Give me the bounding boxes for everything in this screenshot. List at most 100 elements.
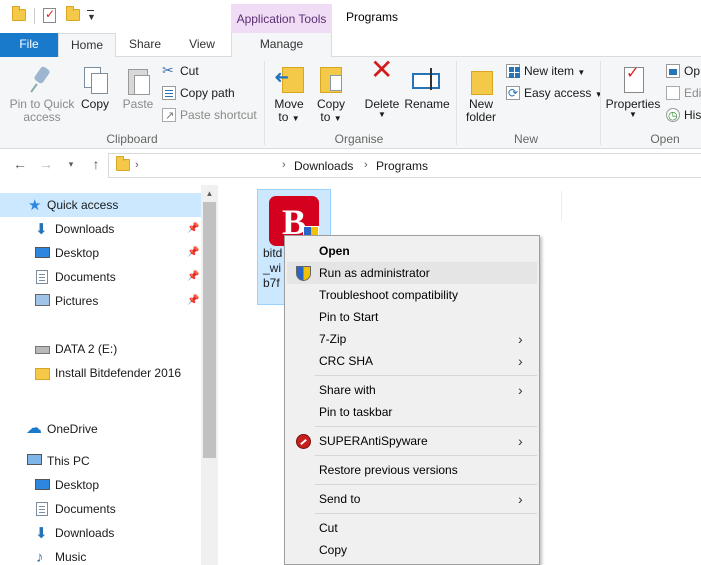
uac-shield-icon bbox=[296, 266, 311, 281]
breadcrumb-programs[interactable]: Programs bbox=[376, 159, 428, 173]
copy-path-button[interactable]: Copy path bbox=[162, 84, 235, 102]
nav-label: This PC bbox=[47, 454, 90, 468]
nav-quick-access[interactable]: Quick access bbox=[0, 193, 201, 218]
paste-shortcut-button[interactable]: Paste shortcut bbox=[162, 106, 257, 125]
menu-item-cut[interactable]: Cut bbox=[287, 517, 537, 539]
paste-icon bbox=[125, 65, 151, 95]
easy-access-label: Easy access bbox=[524, 86, 592, 100]
menu-item-open[interactable]: Open bbox=[287, 240, 537, 262]
breadcrumb-chevron-icon[interactable]: › bbox=[135, 159, 139, 171]
forward-button[interactable]: → bbox=[37, 156, 55, 172]
easy-access-icon bbox=[506, 84, 520, 102]
menu-item-send-to[interactable]: Send to › bbox=[287, 488, 537, 510]
nav-item-pc-music[interactable]: Music bbox=[0, 545, 201, 565]
menu-item-pin-to-taskbar[interactable]: Pin to taskbar bbox=[287, 401, 537, 423]
tab-home[interactable]: Home bbox=[58, 33, 116, 58]
nav-label: Documents bbox=[55, 502, 116, 516]
nav-item-pc-documents[interactable]: Documents bbox=[0, 497, 201, 521]
nav-label: Desktop bbox=[55, 478, 100, 492]
delete-icon bbox=[367, 63, 397, 95]
customize-toolbar-dropdown[interactable]: ▼ bbox=[87, 10, 96, 22]
recent-locations-dropdown[interactable]: ▾ bbox=[62, 159, 80, 170]
nav-scrollbar[interactable]: ▲ bbox=[201, 185, 218, 565]
menu-item-copy[interactable]: Copy bbox=[287, 539, 537, 561]
cut-label: Cut bbox=[180, 64, 199, 78]
nav-item-onedrive[interactable]: OneDrive bbox=[0, 417, 201, 441]
menu-separator bbox=[315, 484, 537, 485]
menu-label: Cut bbox=[319, 521, 338, 535]
menu-item-troubleshoot-compatibility[interactable]: Troubleshoot compatibility bbox=[287, 284, 537, 306]
nav-label: Music bbox=[55, 550, 87, 564]
pin-icon: 📌 bbox=[187, 295, 200, 306]
copy-to-button[interactable]: Copy to ▼ bbox=[312, 65, 350, 124]
nav-label: Install Bitdefender 2016 bbox=[55, 366, 182, 380]
ribbon: Pin to Quick access Copy Paste Cut Copy … bbox=[0, 57, 701, 149]
menu-item-pin-to-start[interactable]: Pin to Start bbox=[287, 306, 537, 328]
rename-button[interactable]: Rename bbox=[404, 65, 450, 111]
submenu-arrow-icon: › bbox=[518, 331, 523, 347]
menu-label: Share with bbox=[319, 383, 376, 397]
tab-view[interactable]: View bbox=[178, 33, 226, 57]
tab-manage[interactable]: Manage bbox=[231, 33, 332, 57]
submenu-arrow-icon: › bbox=[518, 433, 523, 449]
paste-button[interactable]: Paste bbox=[120, 65, 156, 111]
edit-button[interactable]: Edi bbox=[666, 84, 701, 102]
properties-button[interactable]: Properties ▼ bbox=[604, 65, 662, 119]
nav-item-desktop[interactable]: Desktop 📌 bbox=[0, 241, 201, 265]
rename-label: Rename bbox=[404, 97, 450, 111]
open-button[interactable]: Op bbox=[666, 62, 700, 80]
breadcrumb-chevron-icon[interactable]: › bbox=[282, 159, 286, 171]
download-icon bbox=[35, 522, 50, 546]
nav-item-pc-desktop[interactable]: Desktop bbox=[0, 473, 201, 497]
new-folder-label-line1: New bbox=[468, 97, 493, 111]
file-name-line: bitd bbox=[263, 246, 283, 260]
nav-item-downloads[interactable]: Downloads 📌 bbox=[0, 217, 201, 242]
menu-item-run-as-administrator[interactable]: Run as administrator bbox=[287, 262, 537, 284]
menu-separator bbox=[315, 455, 537, 456]
breadcrumb-chevron-icon[interactable]: › bbox=[364, 159, 368, 171]
address-bar[interactable]: › › Downloads › Programs bbox=[108, 153, 701, 178]
nav-item-this-pc[interactable]: This PC bbox=[0, 449, 201, 473]
menu-item-restore-previous-versions[interactable]: Restore previous versions bbox=[287, 459, 537, 481]
new-item-button[interactable]: New item ▼ bbox=[506, 62, 585, 80]
copy-to-label-line2: to bbox=[320, 110, 331, 124]
breadcrumb-downloads[interactable]: Downloads bbox=[294, 159, 353, 173]
history-button[interactable]: Hist bbox=[666, 106, 701, 125]
easy-access-button[interactable]: Easy access ▼ bbox=[506, 84, 603, 102]
nav-label: Desktop bbox=[55, 246, 100, 260]
back-button[interactable]: ← bbox=[11, 156, 29, 172]
move-to-button[interactable]: Move to ▼ bbox=[270, 65, 308, 124]
cut-button[interactable]: Cut bbox=[162, 61, 199, 80]
new-folder-button[interactable]: New folder bbox=[462, 65, 500, 124]
menu-item-superantispyware[interactable]: SUPERAntiSpyware › bbox=[287, 430, 537, 452]
rename-icon bbox=[410, 65, 444, 95]
pictures-icon bbox=[35, 294, 50, 306]
menu-label: SUPERAntiSpyware bbox=[319, 434, 428, 448]
nav-item-install-folder[interactable]: Install Bitdefender 2016 bbox=[0, 361, 201, 385]
tab-file[interactable]: File bbox=[0, 33, 58, 57]
menu-item-share-with[interactable]: Share with › bbox=[287, 379, 537, 401]
new-folder-icon[interactable] bbox=[66, 6, 80, 21]
documents-icon bbox=[36, 502, 48, 516]
scrollbar-thumb[interactable] bbox=[203, 202, 216, 458]
properties-icon[interactable] bbox=[43, 7, 56, 23]
menu-item-7zip[interactable]: 7-Zip › bbox=[287, 328, 537, 350]
nav-item-pictures[interactable]: Pictures 📌 bbox=[0, 289, 201, 313]
pin-to-quick-access-button[interactable]: Pin to Quick access bbox=[6, 65, 78, 124]
nav-item-documents[interactable]: Documents 📌 bbox=[0, 265, 201, 289]
navigation-pane: Quick access Downloads 📌 Desktop 📌 Docum… bbox=[0, 185, 218, 565]
delete-button[interactable]: Delete ▼ bbox=[362, 63, 402, 119]
nav-item-drive[interactable]: DATA 2 (E:) bbox=[0, 337, 201, 361]
copy-label: Copy bbox=[80, 97, 109, 111]
tab-share[interactable]: Share bbox=[120, 33, 170, 57]
column-divider bbox=[561, 191, 562, 221]
menu-item-crc-sha[interactable]: CRC SHA › bbox=[287, 350, 537, 372]
drive-icon bbox=[35, 346, 50, 354]
menu-label: CRC SHA bbox=[319, 354, 374, 368]
scroll-up-icon[interactable]: ▲ bbox=[201, 185, 218, 202]
menu-label: Open bbox=[319, 244, 350, 258]
copy-button[interactable]: Copy bbox=[78, 65, 112, 111]
up-button[interactable]: ↑ bbox=[87, 156, 105, 172]
nav-item-pc-downloads[interactable]: Downloads bbox=[0, 521, 201, 546]
copy-icon bbox=[82, 65, 108, 95]
